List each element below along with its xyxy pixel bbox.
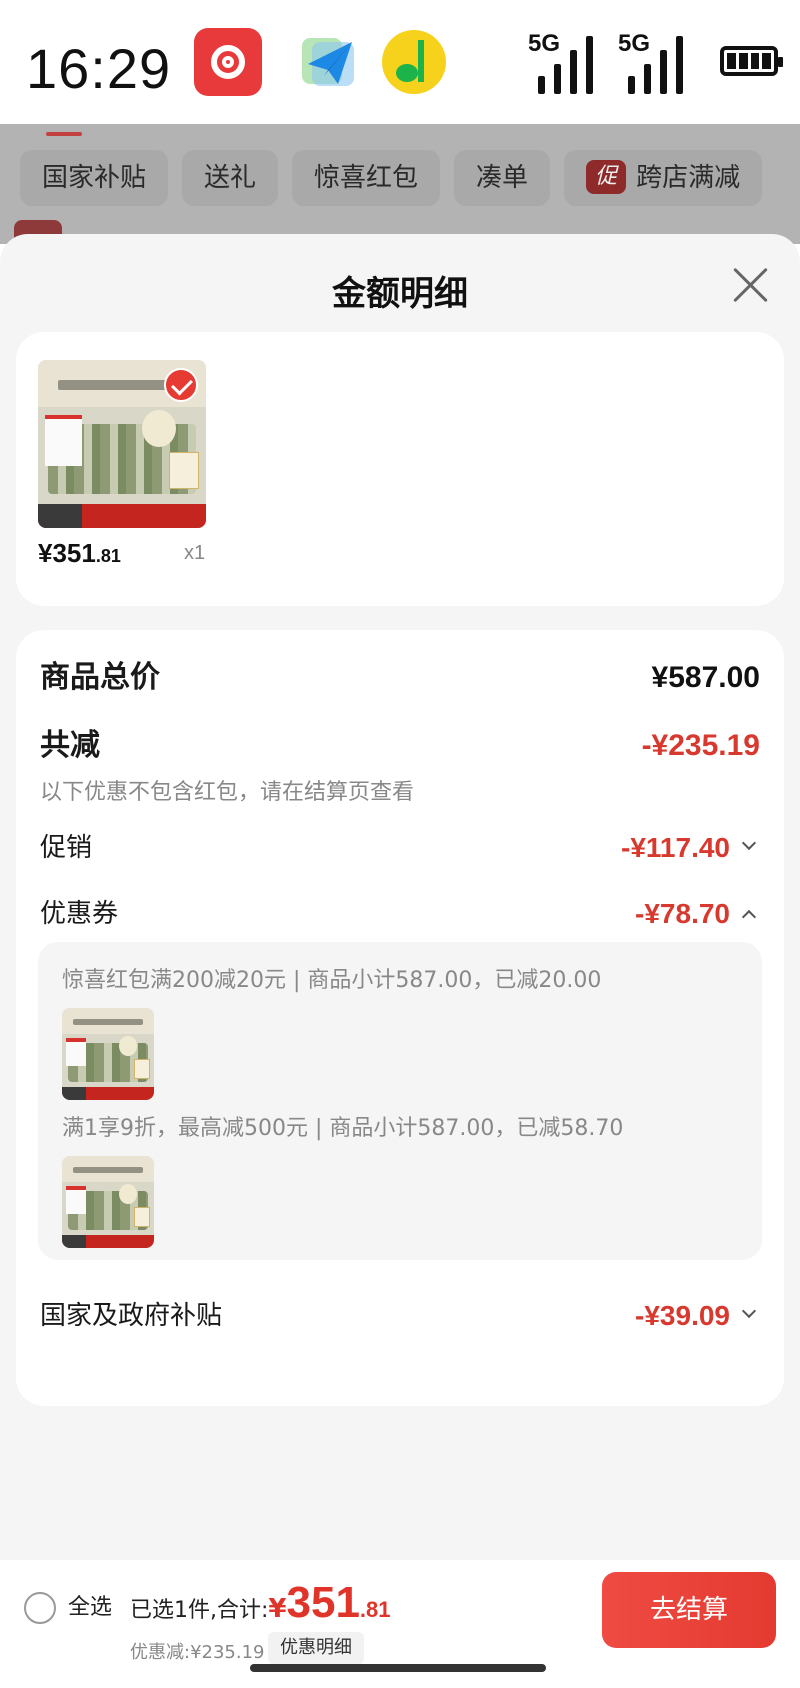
signal-5g-icon: 5G bbox=[618, 30, 698, 94]
coupon-product-thumbnail[interactable] bbox=[62, 1156, 154, 1248]
coupon-product-thumbnail[interactable] bbox=[62, 1008, 154, 1100]
reduce-note: 以下优惠不包含红包，请在结算页查看 bbox=[40, 780, 415, 805]
selected-check-icon[interactable] bbox=[164, 368, 198, 402]
signal-label: 5G bbox=[528, 30, 561, 57]
coupon-item-text: 满1享9折，最高减500元 | 商品小计587.00，已减58.70 bbox=[62, 1116, 624, 1141]
subsidy-label: 国家及政府补贴 bbox=[40, 1301, 223, 1331]
signal-5g-icon: 5G bbox=[528, 30, 608, 94]
background-filter-tabs: 国家补贴 送礼 惊喜红包 凑单 促跨店满减 bbox=[20, 150, 763, 206]
signal-label: 5G bbox=[618, 30, 651, 57]
background-page-overlay: 国家补贴 送礼 惊喜红包 凑单 促跨店满减 bbox=[0, 124, 800, 244]
total-price-label: 商品总价 bbox=[40, 660, 160, 695]
tab-surprise-red-packet: 惊喜红包 bbox=[292, 150, 441, 206]
subsidy-row[interactable]: 国家及政府补贴 -¥39.09 bbox=[40, 1294, 760, 1338]
product-price-int: ¥351 bbox=[38, 538, 96, 568]
status-bar: 16:29 5G 5G bbox=[0, 0, 800, 124]
home-indicator[interactable] bbox=[250, 1664, 546, 1672]
select-all-label[interactable]: 全选 bbox=[68, 1592, 112, 1624]
total-price-value: ¥587.00 bbox=[651, 661, 760, 694]
total-reduce-row: 共减 -¥235.19 bbox=[40, 724, 760, 768]
promo-badge: 促 bbox=[586, 160, 627, 194]
tab-cross-store-label: 跨店满减 bbox=[636, 163, 741, 193]
sum-currency: ¥ bbox=[268, 1594, 287, 1624]
subsidy-value: -¥39.09 bbox=[635, 1300, 730, 1331]
chevron-up-icon[interactable] bbox=[741, 909, 757, 925]
total-price-row: 商品总价 ¥587.00 bbox=[40, 656, 760, 700]
qq-music-icon bbox=[382, 30, 446, 94]
product-quantity: x1 bbox=[184, 542, 206, 564]
sum-integer: 351 bbox=[286, 1578, 360, 1627]
active-tab-indicator bbox=[46, 132, 82, 136]
amount-detail-sheet: 金额明细 ¥351.81 x1 商品总价 ¥587.00 共减 -¥235.19… bbox=[0, 234, 800, 1688]
coupon-value: -¥78.70 bbox=[635, 898, 730, 929]
discount-detail-button[interactable]: 优惠明细 bbox=[268, 1632, 364, 1664]
checkout-button[interactable]: 去结算 bbox=[602, 1572, 776, 1648]
promotion-value: -¥117.40 bbox=[621, 832, 730, 863]
close-icon[interactable] bbox=[728, 262, 774, 308]
product-price-dec: .81 bbox=[95, 546, 121, 566]
chevron-down-icon[interactable] bbox=[741, 835, 757, 851]
status-time: 16:29 bbox=[26, 37, 172, 100]
coupon-label: 优惠券 bbox=[40, 899, 119, 929]
tab-national-subsidy: 国家补贴 bbox=[20, 150, 169, 206]
coupon-item-text: 惊喜红包满200减20元 | 商品小计587.00，已减20.00 bbox=[62, 968, 602, 993]
promotion-row[interactable]: 促销 -¥117.40 bbox=[40, 826, 760, 870]
total-reduce-label: 共减 bbox=[40, 728, 100, 763]
coupon-detail-panel: 惊喜红包满200减20元 | 商品小计587.00，已减20.00 满1享9折，… bbox=[38, 942, 762, 1260]
total-reduce-value: -¥235.19 bbox=[641, 729, 760, 762]
promotion-label: 促销 bbox=[40, 833, 93, 863]
tab-gift: 送礼 bbox=[182, 150, 279, 206]
price-breakdown-card: 商品总价 ¥587.00 共减 -¥235.19 以下优惠不包含红包，请在结算页… bbox=[16, 630, 784, 1406]
tab-add-on: 凑单 bbox=[454, 150, 551, 206]
sum-label: 已选1件,合计: bbox=[130, 1598, 269, 1623]
product-price: ¥351.81 bbox=[38, 538, 121, 569]
sum-decimal: .81 bbox=[359, 1597, 391, 1622]
tab-cross-store-discount: 促跨店满减 bbox=[564, 150, 763, 206]
discount-summary: 优惠减:¥235.19 bbox=[130, 1642, 265, 1663]
coupon-row[interactable]: 优惠券 -¥78.70 bbox=[40, 892, 760, 936]
chevron-down-icon[interactable] bbox=[741, 1303, 757, 1319]
sheet-title: 金额明细 bbox=[332, 274, 468, 314]
battery-icon bbox=[720, 46, 783, 76]
send-arrow-icon bbox=[294, 28, 362, 96]
product-card: ¥351.81 x1 bbox=[16, 332, 784, 606]
total-sum: 已选1件,合计:¥351.81 bbox=[130, 1578, 391, 1628]
select-all-radio[interactable] bbox=[24, 1592, 56, 1624]
netease-music-icon bbox=[194, 28, 262, 96]
